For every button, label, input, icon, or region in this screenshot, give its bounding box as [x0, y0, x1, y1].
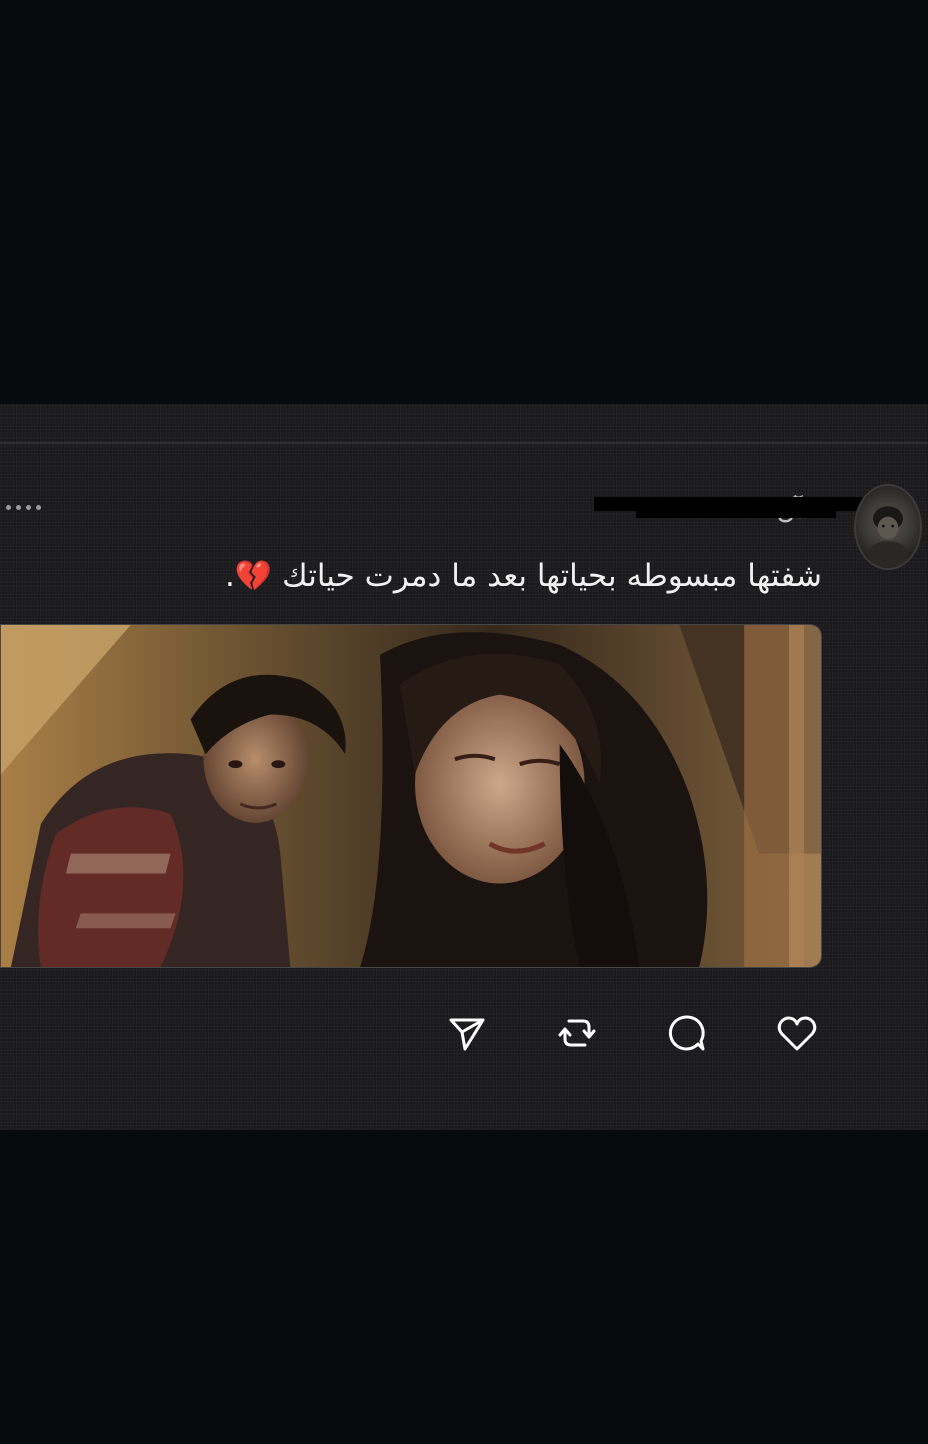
screen: ـلآن شفتها مبسوطه بحياتها بعد ما دمرت حي… — [0, 0, 928, 1444]
avatar-image — [867, 506, 909, 568]
divider — [0, 442, 928, 444]
like-button[interactable] — [772, 1008, 822, 1058]
avatar[interactable] — [854, 484, 922, 570]
redaction-bar — [636, 508, 836, 518]
post-body: شفتها مبسوطه بحياتها بعد ما دمرت حياتك — [282, 558, 822, 594]
post-text: شفتها مبسوطه بحياتها بعد ما دمرت حياتك 💔… — [225, 552, 822, 601]
repost-icon — [558, 1019, 596, 1047]
more-options-icon[interactable] — [6, 501, 42, 513]
post-trailing-punct: . — [225, 558, 235, 594]
post-card: ـلآن شفتها مبسوطه بحياتها بعد ما دمرت حي… — [0, 404, 928, 1130]
broken-heart-emoji: 💔 — [234, 559, 273, 594]
comment-icon — [668, 1015, 705, 1051]
repost-button[interactable] — [552, 1008, 602, 1058]
post-image[interactable] — [0, 624, 822, 968]
heart-icon — [777, 1016, 817, 1051]
comment-button[interactable] — [662, 1008, 712, 1058]
send-icon — [449, 1018, 485, 1051]
share-button[interactable] — [442, 1008, 492, 1058]
photo-scene — [1, 625, 821, 967]
action-bar — [0, 1008, 928, 1068]
